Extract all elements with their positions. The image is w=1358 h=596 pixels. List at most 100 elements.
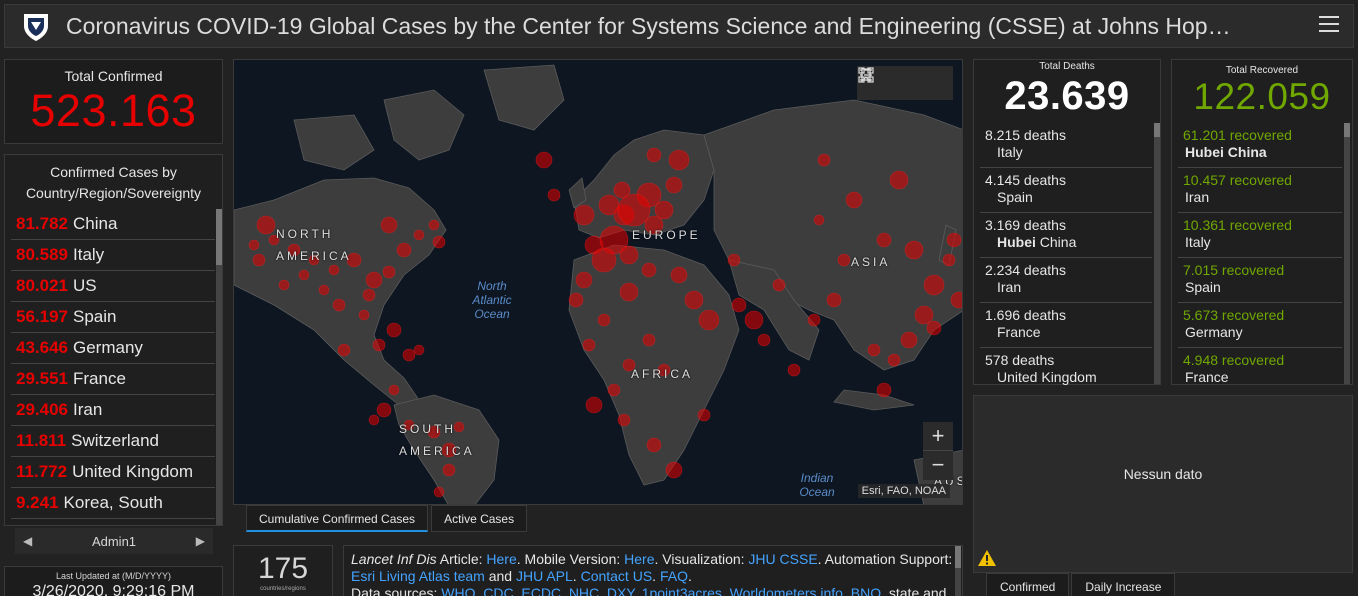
case-marker[interactable]	[575, 271, 593, 289]
prev-arrow-icon[interactable]: ◀	[23, 534, 32, 548]
case-marker[interactable]	[598, 194, 620, 216]
case-marker[interactable]	[591, 247, 617, 273]
case-marker[interactable]	[876, 382, 892, 398]
jhu-csse-link[interactable]: JHU CSSE	[748, 551, 817, 567]
case-marker[interactable]	[914, 305, 934, 325]
case-marker[interactable]	[813, 214, 825, 226]
contact-us-link[interactable]: Contact US	[581, 568, 653, 584]
case-marker[interactable]	[365, 271, 383, 289]
case-marker[interactable]	[619, 282, 639, 302]
confirmed-list-item[interactable]: 81.782 China	[11, 209, 215, 240]
case-marker[interactable]	[380, 216, 398, 234]
case-marker[interactable]	[428, 219, 440, 231]
case-marker[interactable]	[641, 262, 657, 278]
case-marker[interactable]	[617, 193, 651, 227]
data-sources-link[interactable]: WHO, CDC, ECDC, NHC, DXY, 1point3acres, …	[441, 585, 881, 596]
case-marker[interactable]	[670, 266, 688, 284]
qr-icon[interactable]	[857, 66, 875, 84]
deaths-list-item[interactable]: 3.169 deaths Hubei China	[980, 213, 1152, 258]
case-marker[interactable]	[388, 384, 400, 396]
confirmed-list-item[interactable]: 56.197 Spain	[11, 302, 215, 333]
recovered-list-scrollbar[interactable]	[1344, 123, 1350, 384]
case-marker[interactable]	[744, 310, 764, 330]
case-marker[interactable]	[646, 437, 662, 453]
case-marker[interactable]	[646, 147, 662, 163]
confirmed-list-scrollbar[interactable]	[216, 209, 222, 525]
confirmed-list-item[interactable]: 9.241 Korea, South	[11, 488, 215, 519]
tab-daily-increase[interactable]: Daily Increase	[1071, 573, 1176, 596]
case-marker[interactable]	[926, 320, 942, 336]
case-marker[interactable]	[337, 343, 351, 357]
deaths-list-item[interactable]: 4.145 deaths Spain	[980, 168, 1152, 213]
confirmed-list-item[interactable]: 29.551 France	[11, 364, 215, 395]
case-marker[interactable]	[413, 344, 425, 356]
case-marker[interactable]	[573, 204, 595, 226]
case-marker[interactable]	[817, 153, 831, 167]
case-marker[interactable]	[900, 331, 918, 349]
case-marker[interactable]	[684, 290, 704, 310]
case-marker[interactable]	[665, 176, 683, 194]
zoom-out-button[interactable]: −	[923, 451, 953, 480]
case-marker[interactable]	[362, 288, 376, 302]
zoom-in-button[interactable]: +	[923, 422, 953, 451]
article-link[interactable]: Here	[486, 551, 516, 567]
case-marker[interactable]	[867, 343, 881, 357]
case-marker[interactable]	[256, 215, 276, 235]
case-marker[interactable]	[887, 353, 901, 367]
case-marker[interactable]	[697, 408, 711, 422]
case-marker[interactable]	[386, 322, 402, 338]
case-marker[interactable]	[617, 413, 631, 427]
case-marker[interactable]	[442, 463, 456, 477]
case-marker[interactable]	[432, 235, 446, 249]
case-marker[interactable]	[654, 200, 674, 220]
case-marker[interactable]	[787, 363, 801, 377]
deaths-list-item[interactable]: 8.215 deaths Italy	[980, 123, 1152, 168]
deaths-list-item[interactable]: 578 deaths United Kingdom	[980, 348, 1152, 385]
recovered-list-item[interactable]: 61.201 recovered Hubei China	[1178, 123, 1342, 168]
case-marker[interactable]	[568, 292, 584, 308]
case-marker[interactable]	[248, 239, 260, 251]
case-marker[interactable]	[668, 149, 690, 171]
case-marker[interactable]	[642, 333, 656, 347]
case-marker[interactable]	[876, 232, 892, 248]
case-marker[interactable]	[727, 253, 741, 267]
case-marker[interactable]	[298, 269, 310, 281]
case-marker[interactable]	[889, 170, 909, 190]
case-marker[interactable]	[396, 242, 412, 258]
info-scrollbar[interactable]	[955, 546, 961, 596]
case-marker[interactable]	[585, 396, 603, 414]
hamburger-menu-icon[interactable]	[1319, 16, 1339, 34]
case-marker[interactable]	[698, 309, 720, 331]
confirmed-list-item[interactable]: 80.021 US	[11, 271, 215, 302]
case-marker[interactable]	[731, 297, 747, 313]
jhu-apl-link[interactable]: JHU APL	[516, 568, 573, 584]
case-marker[interactable]	[318, 284, 330, 296]
case-marker[interactable]	[942, 253, 956, 267]
case-marker[interactable]	[535, 151, 553, 169]
case-marker[interactable]	[807, 313, 821, 327]
case-marker[interactable]	[402, 348, 416, 362]
recovered-list-item[interactable]: 4.948 recovered France	[1178, 348, 1342, 385]
case-marker[interactable]	[358, 309, 370, 321]
case-marker[interactable]	[607, 383, 621, 397]
tab-active-cases[interactable]: Active Cases	[431, 505, 528, 532]
faq-link[interactable]: FAQ	[660, 568, 688, 584]
case-marker[interactable]	[946, 232, 962, 248]
recovered-list-item[interactable]: 10.457 recovered Iran	[1178, 168, 1342, 213]
recovered-list-item[interactable]: 7.015 recovered Spain	[1178, 258, 1342, 303]
confirmed-list-item[interactable]: 29.406 Iran	[11, 395, 215, 426]
case-marker[interactable]	[547, 188, 561, 202]
warning-icon[interactable]	[977, 548, 997, 568]
case-marker[interactable]	[597, 313, 611, 327]
confirmed-list-item[interactable]: 11.811 Switzerland	[11, 426, 215, 457]
case-marker[interactable]	[582, 338, 596, 352]
confirmed-list-item[interactable]: 80.589 Italy	[11, 240, 215, 271]
esri-living-atlas-link[interactable]: Esri Living Atlas team	[351, 568, 485, 584]
case-marker[interactable]	[619, 245, 639, 265]
case-marker[interactable]	[252, 253, 266, 267]
case-marker[interactable]	[382, 265, 396, 279]
case-marker[interactable]	[413, 229, 425, 241]
confirmed-list-item[interactable]: 11.772 United Kingdom	[11, 457, 215, 488]
deaths-list-item[interactable]: 2.234 deaths Iran	[980, 258, 1152, 303]
mobile-version-link[interactable]: Here	[624, 551, 654, 567]
